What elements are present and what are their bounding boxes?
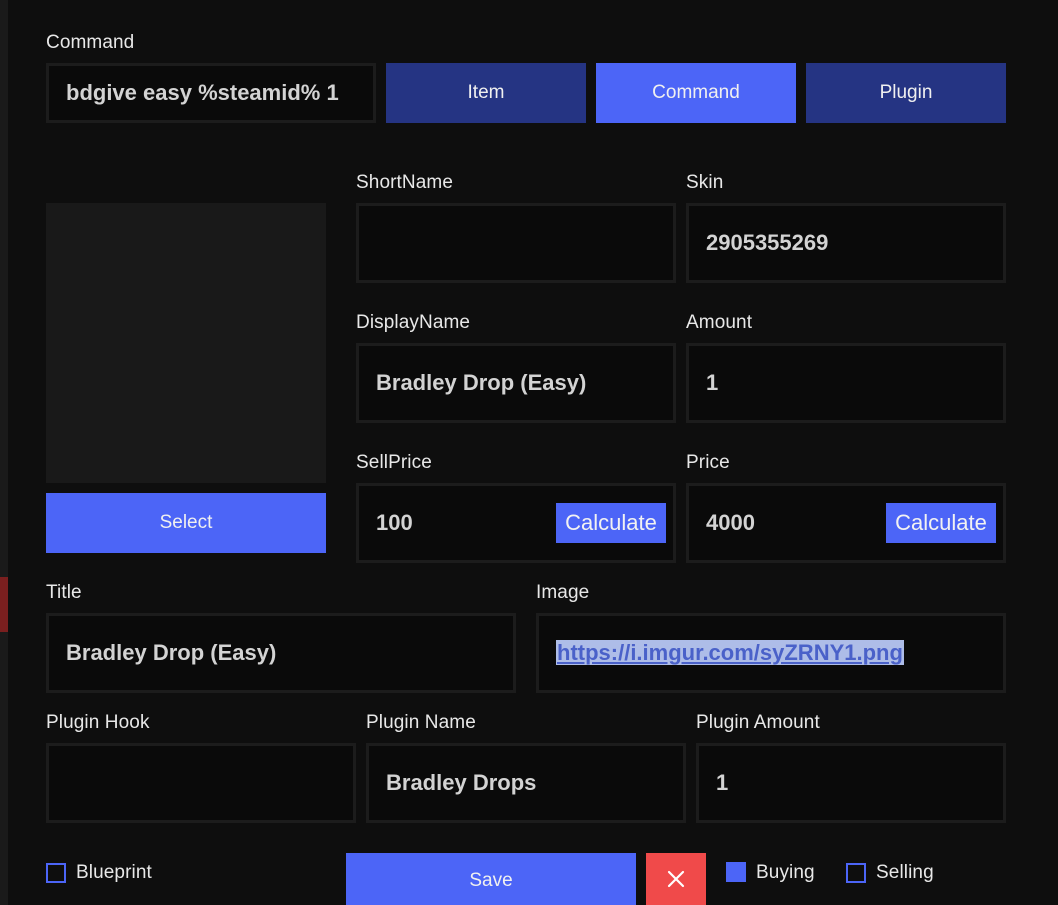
image-url-input[interactable]: https://i.imgur.com/syZRNY1.png xyxy=(536,613,1006,693)
plugin-name-input[interactable]: Bradley Drops xyxy=(366,743,686,823)
title-value: Bradley Drop (Easy) xyxy=(66,640,277,665)
amount-input[interactable]: 1 xyxy=(686,343,1006,423)
tab-plugin[interactable]: Plugin xyxy=(806,63,1006,123)
plugin-amount-label: Plugin Amount xyxy=(696,712,820,733)
tab-command[interactable]: Command xyxy=(596,63,796,123)
displayname-label: DisplayName xyxy=(356,312,471,333)
item-image-preview xyxy=(46,203,326,483)
sellprice-label: SellPrice xyxy=(356,452,432,473)
selling-label: Selling xyxy=(876,862,934,883)
sellprice-calculate-button[interactable]: Calculate xyxy=(556,503,666,543)
price-label: Price xyxy=(686,452,730,473)
title-input[interactable]: Bradley Drop (Easy) xyxy=(46,613,516,693)
buying-label: Buying xyxy=(756,862,815,883)
select-button[interactable]: Select xyxy=(46,493,326,553)
price-calculate-button[interactable]: Calculate xyxy=(886,503,996,543)
command-input[interactable]: bdgive easy %steamid% 1 xyxy=(46,63,376,123)
skin-value: 2905355269 xyxy=(706,230,829,255)
skin-input[interactable]: 2905355269 xyxy=(686,203,1006,283)
command-input-value: bdgive easy %steamid% 1 xyxy=(66,80,339,105)
title-label: Title xyxy=(46,582,82,603)
amount-value: 1 xyxy=(706,370,719,395)
selling-checkbox[interactable] xyxy=(846,863,866,883)
skin-label: Skin xyxy=(686,172,724,193)
buying-checkbox[interactable] xyxy=(726,862,746,882)
plugin-name-value: Bradley Drops xyxy=(386,770,537,795)
shortname-label: ShortName xyxy=(356,172,453,193)
displayname-input[interactable]: Bradley Drop (Easy) xyxy=(356,343,676,423)
plugin-hook-label: Plugin Hook xyxy=(46,712,150,733)
background-red-strip xyxy=(0,577,8,632)
plugin-hook-input[interactable] xyxy=(46,743,356,823)
close-button[interactable] xyxy=(646,853,706,905)
plugin-name-label: Plugin Name xyxy=(366,712,476,733)
image-url-wrapper: https://i.imgur.com/syZRNY1.png xyxy=(556,640,904,666)
command-label: Command xyxy=(46,32,135,53)
image-url-selected-text: https://i.imgur.com/syZRNY1.png xyxy=(556,640,904,665)
plugin-amount-value: 1 xyxy=(716,770,729,795)
image-label: Image xyxy=(536,582,590,603)
displayname-value: Bradley Drop (Easy) xyxy=(376,370,587,395)
price-value: 4000 xyxy=(706,510,755,535)
save-button[interactable]: Save xyxy=(346,853,636,905)
blueprint-checkbox[interactable] xyxy=(46,863,66,883)
blueprint-label: Blueprint xyxy=(76,862,152,883)
shortname-input[interactable] xyxy=(356,203,676,283)
tab-item[interactable]: Item xyxy=(386,63,586,123)
close-icon xyxy=(667,870,685,888)
sellprice-value: 100 xyxy=(376,510,413,535)
plugin-amount-input[interactable]: 1 xyxy=(696,743,1006,823)
amount-label: Amount xyxy=(686,312,753,333)
